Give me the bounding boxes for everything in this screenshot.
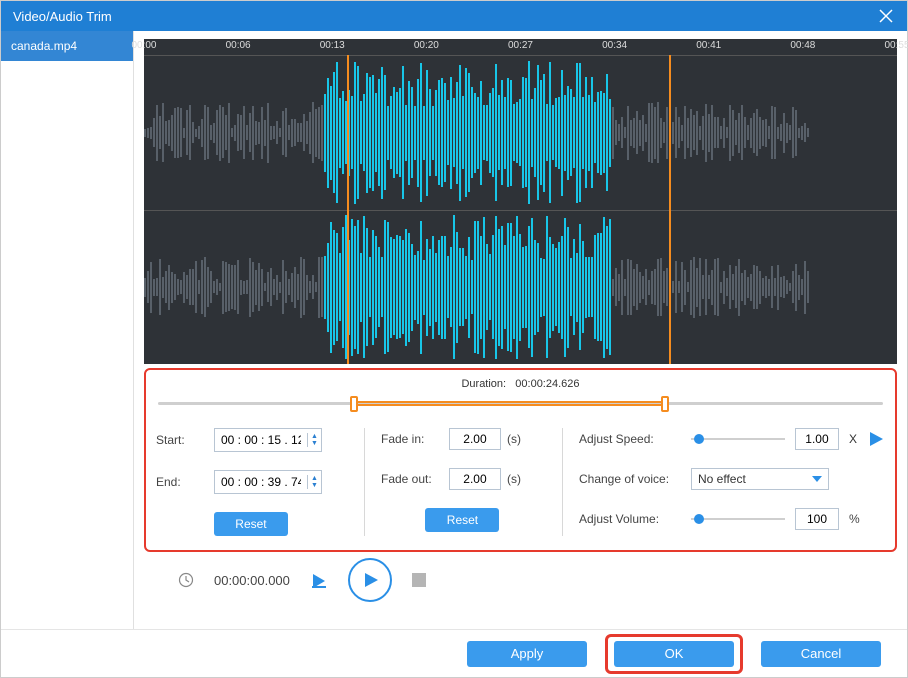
reset-time-button[interactable]: Reset <box>214 512 288 536</box>
reset-fade-button[interactable]: Reset <box>425 508 499 532</box>
fadeout-label: Fade out: <box>381 472 443 486</box>
start-input-field[interactable] <box>215 433 307 447</box>
play-button[interactable] <box>348 558 392 602</box>
duration-row: Duration: 00:00:24.626 <box>156 378 885 390</box>
window-title: Video/Audio Trim <box>13 9 112 24</box>
stop-button[interactable] <box>412 573 426 587</box>
chevron-up-icon: ▲ <box>308 433 321 440</box>
playhead-time: 00:00:00.000 <box>214 573 290 588</box>
sidebar-item-file[interactable]: canada.mp4 <box>1 31 133 61</box>
end-input-field[interactable] <box>215 475 307 489</box>
trim-range <box>354 401 666 406</box>
speed-label: Adjust Speed: <box>579 432 681 446</box>
fadein-input[interactable] <box>449 428 501 450</box>
playback-row: 00:00:00.000 <box>134 552 907 608</box>
end-label: End: <box>156 475 208 489</box>
volume-label: Adjust Volume: <box>579 512 681 526</box>
main-panel: 00:0000:0600:1300:2000:2700:3400:4100:48… <box>134 31 907 629</box>
controls-group: Duration: 00:00:24.626 Start: <box>144 368 897 552</box>
time-ruler: 00:0000:0600:1300:2000:2700:3400:4100:48… <box>144 39 897 55</box>
window: Video/Audio Trim canada.mp4 00:0000:0600… <box>0 0 908 678</box>
waveform-canvas <box>144 55 897 364</box>
body: canada.mp4 00:0000:0600:1300:2000:2700:3… <box>1 31 907 629</box>
close-icon[interactable] <box>877 7 895 25</box>
chevron-up-icon: ▲ <box>308 475 321 482</box>
fadein-unit: (s) <box>507 432 521 446</box>
waveform-area[interactable]: 00:0000:0600:1300:2000:2700:3400:4100:48… <box>144 39 897 364</box>
play-icon <box>362 571 380 589</box>
volume-input[interactable] <box>795 508 839 530</box>
apply-button[interactable]: Apply <box>467 641 587 667</box>
ok-button-highlight: OK <box>605 634 743 674</box>
speed-x-label: X <box>849 432 857 446</box>
trim-slider[interactable] <box>158 396 883 412</box>
volume-slider[interactable] <box>691 512 785 526</box>
voice-select[interactable]: No effect <box>691 468 829 490</box>
start-spinner[interactable]: ▲▼ <box>307 433 321 447</box>
chevron-down-icon: ▼ <box>308 440 321 447</box>
trim-handle-start[interactable] <box>350 396 358 412</box>
sidebar-item-label: canada.mp4 <box>11 39 77 53</box>
end-spinner[interactable]: ▲▼ <box>307 475 321 489</box>
clock-icon <box>178 572 194 588</box>
fadeout-unit: (s) <box>507 472 521 486</box>
footer: Apply OK Cancel <box>1 629 907 677</box>
end-input[interactable]: ▲▼ <box>214 470 322 494</box>
fadein-label: Fade in: <box>381 432 443 446</box>
chevron-down-icon: ▼ <box>308 482 321 489</box>
start-label: Start: <box>156 433 208 447</box>
start-input[interactable]: ▲▼ <box>214 428 322 452</box>
file-sidebar: canada.mp4 <box>1 31 134 629</box>
fadeout-input[interactable] <box>449 468 501 490</box>
preview-speed-play-icon[interactable] <box>867 430 885 448</box>
titlebar: Video/Audio Trim <box>1 1 907 31</box>
trim-handle-end[interactable] <box>661 396 669 412</box>
cancel-button[interactable]: Cancel <box>761 641 881 667</box>
speed-slider[interactable] <box>691 432 785 446</box>
speed-input[interactable] <box>795 428 839 450</box>
voice-label: Change of voice: <box>579 472 681 486</box>
volume-unit: % <box>849 512 860 526</box>
duration-label: Duration: <box>461 378 506 390</box>
goto-start-icon[interactable] <box>310 571 328 589</box>
voice-select-value: No effect <box>698 472 746 486</box>
ok-button[interactable]: OK <box>614 641 734 667</box>
dropdown-caret-icon <box>812 474 822 484</box>
duration-value: 00:00:24.626 <box>515 378 579 390</box>
